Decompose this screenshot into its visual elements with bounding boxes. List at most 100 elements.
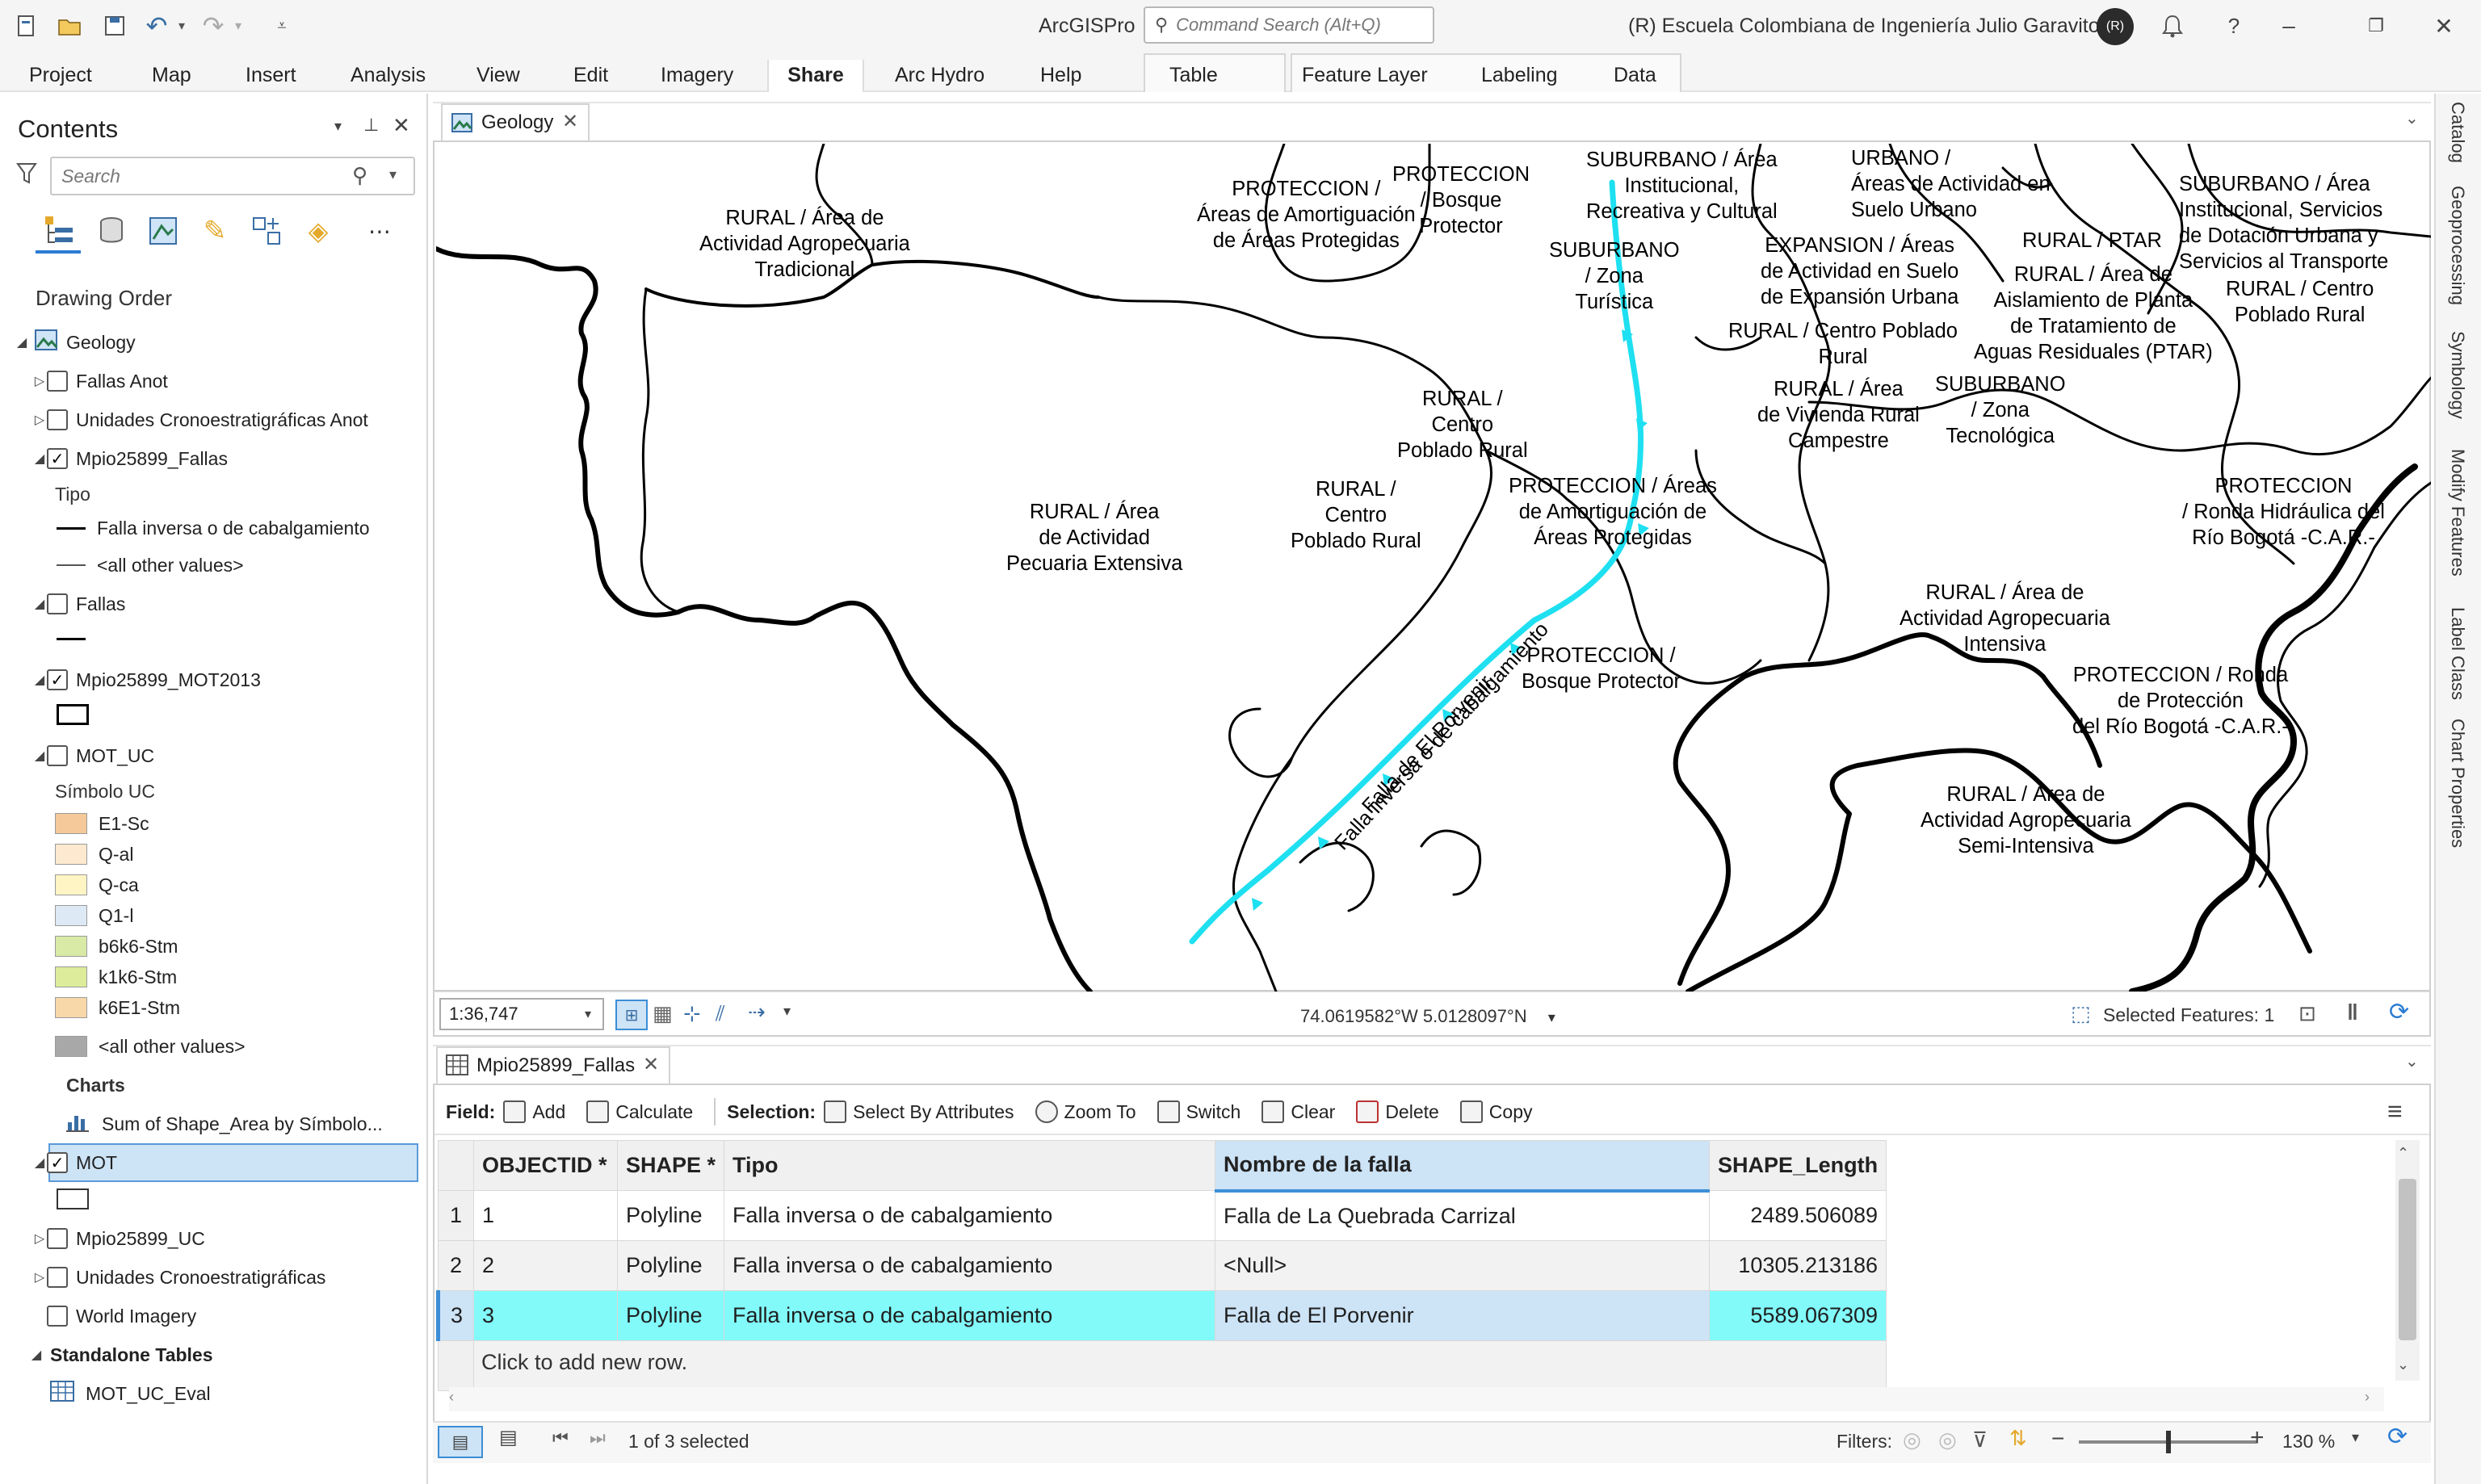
expand-triangle-icon[interactable]: ◢ — [32, 596, 47, 612]
cell-shape[interactable]: Polyline — [616, 1190, 725, 1241]
pin-icon[interactable]: ⊥ — [363, 115, 379, 136]
layer-world-imagery[interactable]: World Imagery — [32, 1300, 196, 1332]
expand-triangle-icon[interactable]: ◢ — [32, 672, 47, 688]
refresh-icon[interactable]: ⟳ — [2389, 998, 2409, 1026]
tab-geology-map[interactable]: Geology ✕ — [441, 103, 590, 140]
chart-item[interactable]: Sum of Shape_Area by Símbolo... — [66, 1108, 383, 1140]
tab-labeling[interactable]: Labeling — [1471, 60, 1568, 92]
cell-shape-length[interactable]: 2489.506089 — [1709, 1190, 1887, 1241]
show-selected-records-icon[interactable]: ▤ — [499, 1426, 518, 1449]
expand-triangle-icon[interactable]: ◢ — [32, 748, 47, 764]
first-record-icon[interactable]: ⏮ — [552, 1427, 569, 1448]
layer-visibility-checkbox[interactable] — [47, 371, 68, 392]
row-number[interactable]: 2 — [438, 1240, 474, 1291]
expand-triangle-icon[interactable]: ▷ — [32, 373, 47, 389]
list-by-snapping-icon[interactable] — [247, 212, 286, 250]
table-zoom-level[interactable]: 130 % — [2282, 1431, 2335, 1453]
table-menu-icon[interactable]: ≡ — [2387, 1096, 2403, 1126]
map-tips-icon[interactable]: ⊡ — [2298, 1001, 2316, 1026]
chevron-down-icon[interactable]: ⌄ — [2405, 108, 2419, 128]
filter-by-extent-icon[interactable]: ◎ — [1903, 1427, 1921, 1453]
layer-visibility-checkbox[interactable] — [47, 409, 68, 430]
tab-insert[interactable]: Insert — [236, 60, 306, 92]
pane-options-icon[interactable]: ▾ — [334, 118, 342, 135]
selected-features-count[interactable]: Selected Features: 1 — [2103, 1004, 2274, 1026]
cell-tipo[interactable]: Falla inversa o de cabalgamiento — [724, 1190, 1216, 1241]
command-search-input[interactable]: ⚲ Command Search (Alt+Q) — [1144, 6, 1434, 44]
fixed-zoom-icon[interactable]: ⊞ — [615, 1000, 648, 1030]
undo-icon[interactable]: ↶ — [141, 11, 173, 40]
tab-attribute-table[interactable]: Mpio25899_Fallas ✕ — [436, 1046, 670, 1084]
cell-shape-length[interactable]: 5589.067309 — [1709, 1290, 1887, 1341]
minimize-icon[interactable]: – — [2273, 10, 2305, 42]
layer-mpio-fallas[interactable]: ◢ ✓ Mpio25899_Fallas — [32, 442, 228, 475]
layer-visibility-checkbox[interactable] — [47, 1267, 68, 1288]
copy-button[interactable]: Copy — [1459, 1100, 1533, 1123]
zoom-to-button[interactable]: Zoom To — [1035, 1100, 1136, 1123]
expand-triangle-icon[interactable]: ▷ — [32, 1230, 47, 1247]
scroll-thumb[interactable] — [2399, 1179, 2416, 1340]
navigation-icon[interactable]: ⇢ — [748, 1000, 766, 1025]
filter-by-selection-icon[interactable]: ◎ — [1938, 1427, 1957, 1453]
row-number[interactable]: 1 — [438, 1190, 474, 1241]
filter-icon[interactable] — [16, 161, 37, 190]
tab-chart-properties[interactable]: Chart Properties — [2447, 719, 2468, 848]
layer-visibility-checkbox[interactable] — [47, 1306, 68, 1327]
tab-geoprocessing[interactable]: Geoprocessing — [2447, 186, 2468, 305]
tab-view[interactable]: View — [467, 60, 530, 92]
cell-objectid[interactable]: 1 — [473, 1190, 618, 1241]
tab-analysis[interactable]: Analysis — [341, 60, 435, 92]
zoom-in-icon[interactable]: + — [2250, 1424, 2265, 1452]
list-by-drawing-order-icon[interactable] — [39, 212, 78, 250]
tab-map[interactable]: Map — [142, 60, 201, 92]
column-header-shape-length[interactable]: SHAPE_Length — [1709, 1140, 1887, 1191]
layer-visibility-checkbox[interactable]: ✓ — [47, 669, 68, 690]
close-tab-icon[interactable]: ✕ — [643, 1053, 659, 1076]
tab-label-class[interactable]: Label Class — [2447, 607, 2468, 700]
redo-dropdown-icon[interactable]: ▾ — [229, 11, 247, 40]
expand-triangle-icon[interactable]: ◢ — [32, 451, 47, 467]
chevron-down-icon[interactable]: ▾ — [2352, 1429, 2359, 1446]
cell-shape-length[interactable]: 10305.213186 — [1709, 1240, 1887, 1291]
standalone-tables-heading[interactable]: ◢ Standalone Tables — [29, 1339, 213, 1371]
list-by-selection-icon[interactable] — [144, 212, 183, 250]
layer-visibility-checkbox[interactable]: ✓ — [47, 1152, 68, 1173]
tab-table[interactable]: Table — [1160, 60, 1228, 92]
cell-objectid[interactable]: 2 — [473, 1240, 618, 1291]
close-window-icon[interactable]: ✕ — [2428, 10, 2460, 42]
cell-nombre[interactable]: Falla de La Quebrada Carrizal — [1215, 1190, 1711, 1241]
tab-data[interactable]: Data — [1604, 60, 1666, 92]
layer-visibility-checkbox[interactable] — [47, 745, 68, 766]
customize-toolbar-icon[interactable]: ⩡ — [270, 11, 294, 40]
expand-triangle-icon[interactable]: ◢ — [29, 1347, 44, 1363]
cell-shape[interactable]: Polyline — [616, 1290, 725, 1341]
expand-triangle-icon[interactable]: ▷ — [32, 1269, 47, 1285]
map-scale-combo[interactable]: 1:36,747 ▾ — [439, 998, 604, 1030]
definition-query-icon[interactable]: ⊽ — [1972, 1427, 1988, 1453]
expand-triangle-icon[interactable]: ◢ — [32, 1155, 47, 1171]
layer-fallas-anot[interactable]: ▷ Fallas Anot — [32, 365, 168, 397]
notifications-bell-icon[interactable] — [2156, 10, 2189, 42]
zoom-out-icon[interactable]: − — [2051, 1426, 2064, 1452]
add-new-row-text[interactable]: Click to add new row. — [481, 1350, 687, 1375]
expand-triangle-icon[interactable]: ◢ — [15, 334, 29, 350]
list-by-source-icon[interactable] — [92, 212, 131, 250]
layer-mot-uc[interactable]: ◢ MOT_UC — [32, 740, 154, 772]
tab-feature-layer[interactable]: Feature Layer — [1292, 60, 1438, 92]
list-by-labeling-icon[interactable]: ◈ — [299, 212, 338, 250]
row-number[interactable]: 3 — [436, 1290, 474, 1341]
tab-share[interactable]: Share — [767, 60, 864, 92]
close-tab-icon[interactable]: ✕ — [562, 110, 578, 133]
scroll-down-icon[interactable]: ⌄ — [2397, 1356, 2409, 1373]
redo-icon[interactable]: ↷ — [197, 11, 229, 40]
layer-visibility-checkbox[interactable] — [47, 593, 68, 614]
undo-dropdown-icon[interactable]: ▾ — [173, 11, 191, 40]
chevron-down-icon[interactable]: ▾ — [585, 1006, 591, 1022]
tab-help[interactable]: Help — [1031, 60, 1091, 92]
tab-modify-features[interactable]: Modify Features — [2447, 449, 2468, 576]
user-avatar[interactable]: (R) — [2097, 8, 2134, 45]
calculate-field-button[interactable]: Calculate — [586, 1100, 693, 1123]
scroll-up-icon[interactable]: ⌃ — [2397, 1145, 2409, 1162]
refresh-icon[interactable]: ⟳ — [2387, 1423, 2408, 1451]
pause-drawing-icon[interactable]: ‖ — [2347, 1000, 2358, 1025]
